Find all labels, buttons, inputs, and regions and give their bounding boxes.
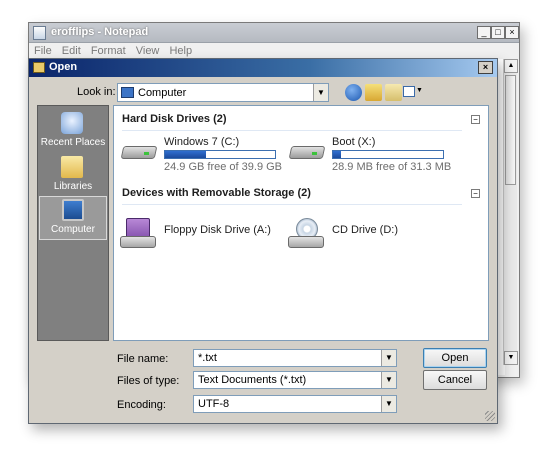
file-list[interactable]: Hard Disk Drives (2) − Windows 7 (C:) 24… bbox=[113, 105, 489, 341]
notepad-titlebar[interactable]: erofflips - Notepad _ □ × bbox=[29, 23, 519, 43]
group-divider bbox=[122, 204, 462, 205]
files-of-type-label: Files of type: bbox=[117, 375, 180, 387]
group-divider bbox=[122, 130, 462, 131]
drive-free-space: 28.9 MB free of 31.3 MB bbox=[332, 161, 452, 173]
close-button[interactable]: × bbox=[505, 26, 519, 39]
menu-edit[interactable]: Edit bbox=[62, 43, 81, 59]
drive-usage-fill bbox=[165, 151, 207, 158]
drive-name: CD Drive (D:) bbox=[332, 224, 398, 236]
libraries-icon bbox=[61, 156, 83, 178]
drive-name: Floppy Disk Drive (A:) bbox=[164, 224, 271, 236]
cd-drive-icon bbox=[288, 218, 326, 248]
chevron-down-icon[interactable]: ▼ bbox=[381, 372, 396, 388]
scroll-down-arrow-icon[interactable]: ▼ bbox=[504, 351, 518, 365]
encoding-label: Encoding: bbox=[117, 399, 166, 411]
scroll-up-arrow-icon[interactable]: ▲ bbox=[504, 59, 518, 73]
places-bar: Recent Places Libraries Computer bbox=[37, 105, 109, 341]
hard-disk-icon bbox=[120, 142, 158, 162]
encoding-select[interactable]: UTF-8 ▼ bbox=[193, 395, 397, 413]
place-computer[interactable]: Computer bbox=[39, 196, 107, 240]
minimize-button[interactable]: _ bbox=[477, 26, 491, 39]
place-label: Libraries bbox=[53, 181, 93, 192]
scroll-thumb[interactable] bbox=[505, 75, 516, 185]
computer-icon bbox=[121, 87, 134, 98]
open-button[interactable]: Open bbox=[423, 348, 487, 368]
up-folder-button[interactable] bbox=[365, 84, 382, 101]
notepad-app-icon bbox=[33, 26, 46, 40]
notepad-menubar: File Edit Format View Help bbox=[29, 43, 519, 59]
look-in-value: Computer bbox=[138, 87, 187, 99]
chevron-down-icon[interactable]: ▼ bbox=[381, 396, 396, 412]
drive-usage-bar bbox=[164, 150, 276, 159]
drive-item-c[interactable]: Windows 7 (C:) 24.9 GB free of 39.9 GB bbox=[120, 136, 300, 173]
view-grid-icon bbox=[403, 86, 415, 97]
hard-disk-icon bbox=[288, 142, 326, 162]
look-in-dropdown[interactable]: Computer ▼ bbox=[117, 83, 329, 102]
drive-free-space: 24.9 GB free of 39.9 GB bbox=[164, 161, 283, 173]
files-of-type-value: Text Documents (*.txt) bbox=[198, 374, 307, 386]
chevron-down-icon: ▼ bbox=[416, 87, 423, 94]
menu-format[interactable]: Format bbox=[91, 43, 126, 59]
place-recent-places[interactable]: Recent Places bbox=[39, 110, 107, 154]
vertical-scrollbar[interactable]: ▲ ▼ bbox=[503, 59, 518, 365]
encoding-value: UTF-8 bbox=[198, 398, 230, 410]
group-header-removable[interactable]: Devices with Removable Storage (2) bbox=[122, 187, 311, 199]
cancel-button[interactable]: Cancel bbox=[423, 370, 487, 390]
menu-help[interactable]: Help bbox=[169, 43, 192, 59]
resize-grip-icon[interactable] bbox=[485, 411, 495, 421]
notepad-title: erofflips - Notepad bbox=[51, 26, 149, 38]
floppy-drive-icon bbox=[120, 218, 158, 248]
recent-places-icon bbox=[61, 112, 83, 134]
new-folder-button[interactable] bbox=[385, 84, 402, 101]
drive-item-d[interactable]: CD Drive (D:) bbox=[288, 218, 448, 254]
views-menu-button[interactable]: ▼ bbox=[403, 84, 423, 100]
drive-usage-bar bbox=[332, 150, 444, 159]
place-libraries[interactable]: Libraries bbox=[39, 154, 107, 198]
drive-usage-fill bbox=[333, 151, 342, 158]
group-header-hard-disks[interactable]: Hard Disk Drives (2) bbox=[122, 113, 227, 125]
file-name-value: *.txt bbox=[198, 352, 217, 364]
file-name-input[interactable]: *.txt ▼ bbox=[193, 349, 397, 367]
drive-item-x[interactable]: Boot (X:) 28.9 MB free of 31.3 MB bbox=[288, 136, 468, 173]
look-in-label: Look in: bbox=[77, 86, 116, 98]
dialog-title: Open bbox=[49, 61, 78, 73]
menu-view[interactable]: View bbox=[136, 43, 160, 59]
dialog-close-button[interactable]: × bbox=[478, 61, 493, 74]
file-name-label: File name: bbox=[117, 353, 169, 365]
open-folder-icon bbox=[33, 62, 45, 73]
files-of-type-select[interactable]: Text Documents (*.txt) ▼ bbox=[193, 371, 397, 389]
open-dialog: Open × Look in: Computer ▼ ▼ Recent Plac… bbox=[28, 58, 498, 424]
chevron-down-icon[interactable]: ▼ bbox=[381, 350, 396, 366]
drive-item-a[interactable]: Floppy Disk Drive (A:) bbox=[120, 218, 280, 254]
dialog-titlebar[interactable]: Open × bbox=[29, 59, 497, 77]
maximize-button[interactable]: □ bbox=[491, 26, 505, 39]
back-button[interactable] bbox=[345, 84, 362, 101]
drive-name: Windows 7 (C:) bbox=[164, 136, 240, 148]
drive-name: Boot (X:) bbox=[332, 136, 376, 148]
computer-icon bbox=[62, 199, 84, 221]
place-label: Computer bbox=[51, 224, 95, 235]
chevron-down-icon[interactable]: ▼ bbox=[313, 84, 328, 101]
place-label: Recent Places bbox=[40, 137, 106, 148]
collapse-toggle-icon[interactable]: − bbox=[471, 189, 480, 198]
menu-file[interactable]: File bbox=[34, 43, 52, 59]
collapse-toggle-icon[interactable]: − bbox=[471, 115, 480, 124]
